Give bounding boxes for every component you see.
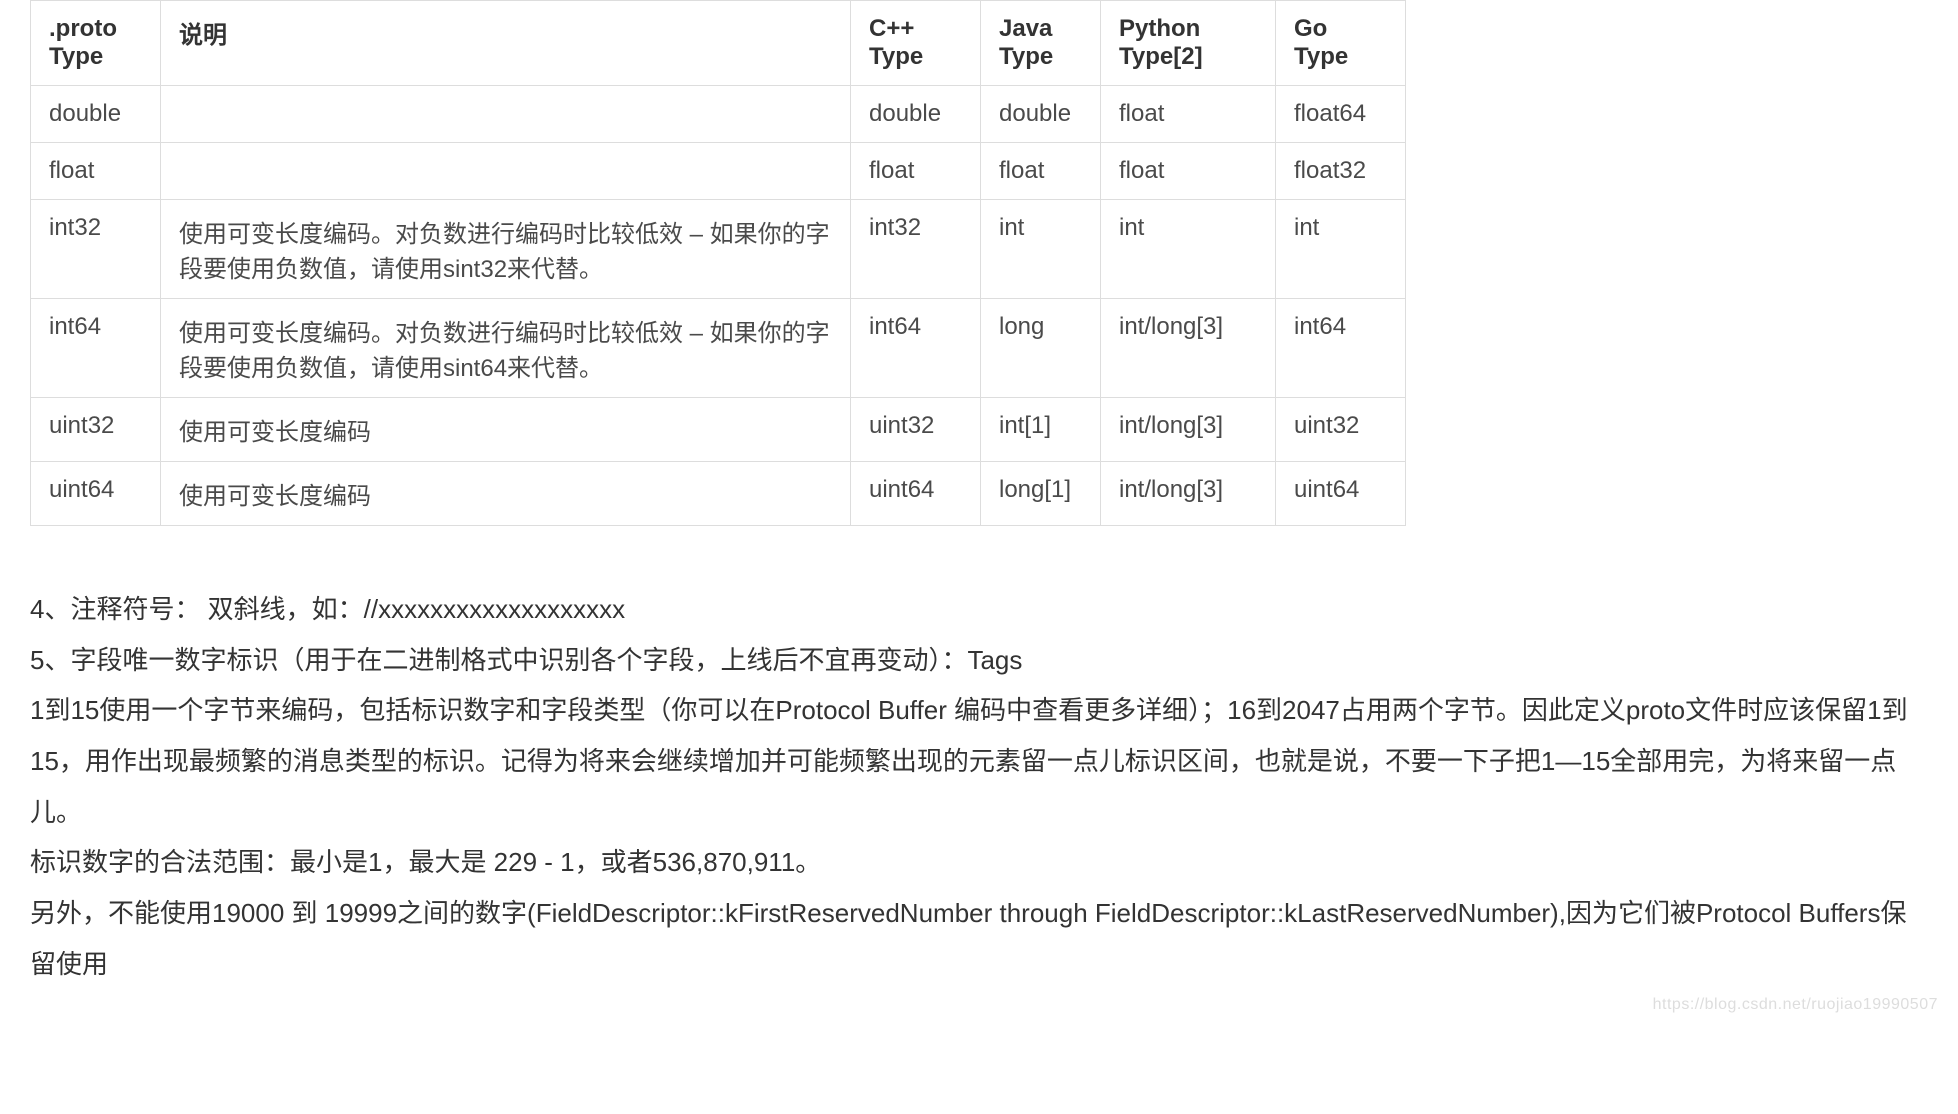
watermark-text: https://blog.csdn.net/ruojiao19990507 <box>1653 996 1938 1014</box>
table-row: double double double float float64 <box>31 86 1406 143</box>
cell-proto: double <box>31 86 161 143</box>
cell-go: int64 <box>1276 299 1406 398</box>
cell-proto: int32 <box>31 200 161 299</box>
paragraph-reserved-numbers: 另外，不能使用19000 到 19999之间的数字(FieldDescripto… <box>30 888 1928 989</box>
cell-go: uint32 <box>1276 398 1406 462</box>
cell-proto: uint64 <box>31 462 161 526</box>
cell-go: uint64 <box>1276 462 1406 526</box>
cell-proto: uint32 <box>31 398 161 462</box>
header-cpp-type: C++ Type <box>851 1 981 86</box>
cell-go: float32 <box>1276 143 1406 200</box>
cell-cpp: uint32 <box>851 398 981 462</box>
cell-proto: float <box>31 143 161 200</box>
header-java-type: Java Type <box>981 1 1101 86</box>
cell-go: int <box>1276 200 1406 299</box>
proto-types-table: .proto Type 说明 C++ Type Java Type Python… <box>30 0 1406 526</box>
cell-proto: int64 <box>31 299 161 398</box>
cell-desc <box>161 86 851 143</box>
cell-python: int <box>1101 200 1276 299</box>
paragraph-note-5: 5、字段唯一数字标识（用于在二进制格式中识别各个字段，上线后不宜再变动）：Tag… <box>30 635 1928 686</box>
table-header-row: .proto Type 说明 C++ Type Java Type Python… <box>31 1 1406 86</box>
header-proto-type: .proto Type <box>31 1 161 86</box>
cell-java: long[1] <box>981 462 1101 526</box>
table-row: uint32 使用可变长度编码 uint32 int[1] int/long[3… <box>31 398 1406 462</box>
table-row: int32 使用可变长度编码。对负数进行编码时比较低效 – 如果你的字段要使用负… <box>31 200 1406 299</box>
cell-python: float <box>1101 143 1276 200</box>
paragraph-tag-range: 标识数字的合法范围：最小是1，最大是 229 - 1，或者536,870,911… <box>30 837 1928 888</box>
cell-java: int <box>981 200 1101 299</box>
cell-cpp: int32 <box>851 200 981 299</box>
table-row: int64 使用可变长度编码。对负数进行编码时比较低效 – 如果你的字段要使用负… <box>31 299 1406 398</box>
cell-python: int/long[3] <box>1101 398 1276 462</box>
cell-java: int[1] <box>981 398 1101 462</box>
paragraph-tags-encoding: 1到15使用一个字节来编码，包括标识数字和字段类型（你可以在Protocol B… <box>30 685 1928 837</box>
cell-go: float64 <box>1276 86 1406 143</box>
body-text: 4、注释符号： 双斜线，如：//xxxxxxxxxxxxxxxxxxx 5、字段… <box>30 584 1928 990</box>
header-go-type: Go Type <box>1276 1 1406 86</box>
paragraph-note-4: 4、注释符号： 双斜线，如：//xxxxxxxxxxxxxxxxxxx <box>30 584 1928 635</box>
header-description: 说明 <box>161 1 851 86</box>
cell-desc: 使用可变长度编码 <box>161 462 851 526</box>
cell-desc: 使用可变长度编码 <box>161 398 851 462</box>
cell-java: long <box>981 299 1101 398</box>
cell-cpp: float <box>851 143 981 200</box>
cell-python: int/long[3] <box>1101 299 1276 398</box>
cell-desc: 使用可变长度编码。对负数进行编码时比较低效 – 如果你的字段要使用负数值，请使用… <box>161 200 851 299</box>
header-python-type: Python Type[2] <box>1101 1 1276 86</box>
cell-python: float <box>1101 86 1276 143</box>
cell-desc <box>161 143 851 200</box>
cell-cpp: double <box>851 86 981 143</box>
cell-desc: 使用可变长度编码。对负数进行编码时比较低效 – 如果你的字段要使用负数值，请使用… <box>161 299 851 398</box>
table-row: uint64 使用可变长度编码 uint64 long[1] int/long[… <box>31 462 1406 526</box>
cell-java: double <box>981 86 1101 143</box>
cell-java: float <box>981 143 1101 200</box>
cell-python: int/long[3] <box>1101 462 1276 526</box>
cell-cpp: uint64 <box>851 462 981 526</box>
cell-cpp: int64 <box>851 299 981 398</box>
table-row: float float float float float32 <box>31 143 1406 200</box>
